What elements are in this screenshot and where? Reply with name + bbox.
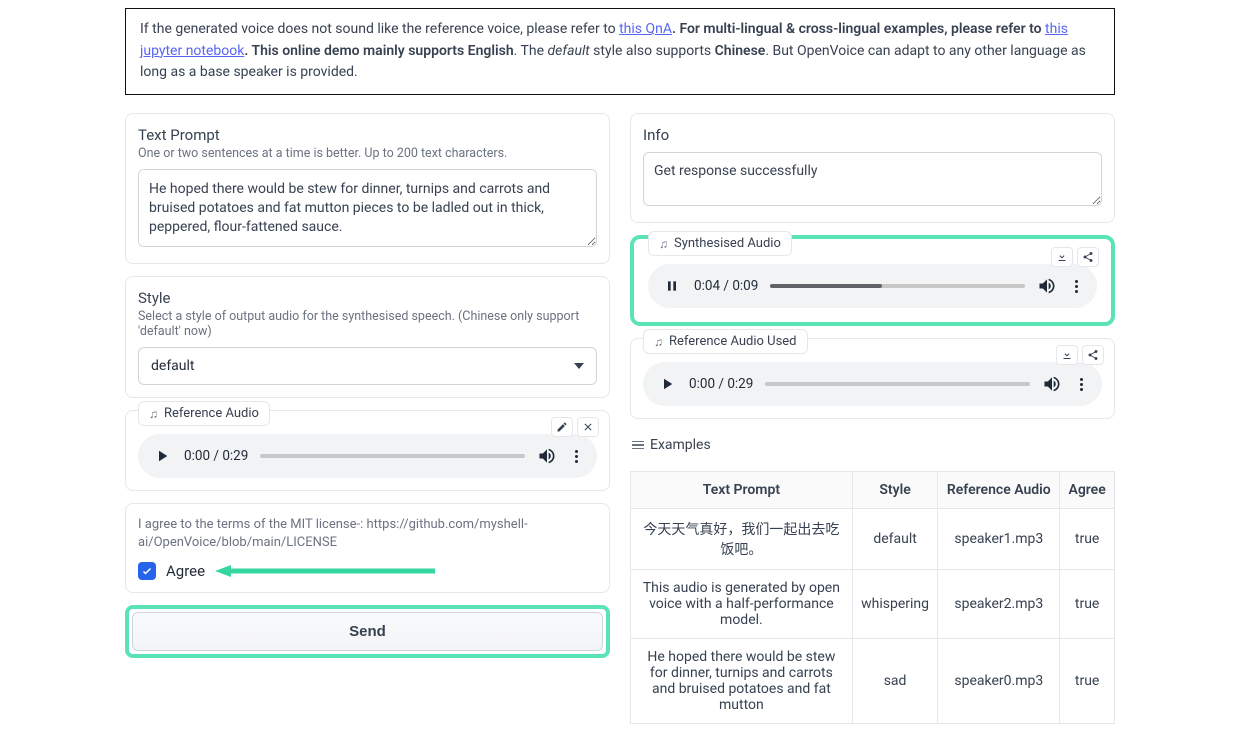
reference-track[interactable] [260, 454, 525, 458]
text-prompt-help: One or two sentences at a time is better… [138, 146, 597, 161]
table-row[interactable]: 今天天气真好，我们一起出去吃饭吧。 default speaker1.mp3 t… [631, 509, 1115, 570]
play-icon[interactable] [657, 374, 677, 394]
more-icon[interactable] [569, 450, 583, 463]
close-icon[interactable] [577, 417, 599, 437]
text-prompt-panel: Text Prompt One or two sentences at a ti… [125, 113, 610, 264]
volume-icon[interactable] [1042, 374, 1062, 394]
synth-audio-panel: ♫ Synthesised Audio 0:04 / 0:09 [636, 241, 1109, 320]
style-title: Style [138, 289, 597, 307]
info-output[interactable] [643, 152, 1102, 206]
col-style: Style [852, 472, 938, 509]
agree-checkbox[interactable] [138, 562, 156, 580]
music-icon: ♫ [149, 407, 158, 421]
agree-help: I agree to the terms of the MIT license-… [138, 516, 597, 552]
examples-header[interactable]: Examples [630, 431, 1115, 459]
qna-link[interactable]: this QnA [619, 21, 672, 37]
examples-table: Text Prompt Style Reference Audio Agree … [630, 471, 1115, 724]
play-icon[interactable] [152, 446, 172, 466]
arrow-icon [215, 563, 435, 579]
style-help: Select a style of output audio for the s… [138, 309, 597, 339]
text-prompt-input[interactable] [138, 169, 597, 247]
music-icon: ♫ [659, 237, 668, 251]
music-icon: ♫ [654, 335, 663, 349]
table-row[interactable]: He hoped there would be stew for dinner,… [631, 639, 1115, 724]
synth-highlight: ♫ Synthesised Audio 0:04 / 0:09 [630, 235, 1115, 326]
download-icon[interactable] [1056, 345, 1078, 365]
more-icon[interactable] [1074, 378, 1088, 391]
notice-box: If the generated voice does not sound li… [125, 8, 1115, 95]
agree-panel: I agree to the terms of the MIT license-… [125, 503, 610, 593]
reference-audio-player[interactable]: 0:00 / 0:29 [138, 434, 597, 478]
reference-audio-panel: ♫ Reference Audio 0:00 / 0:29 [125, 410, 610, 491]
list-icon [632, 439, 644, 452]
synth-time: 0:04 / 0:09 [694, 278, 758, 294]
edit-icon[interactable] [551, 417, 573, 437]
col-agree: Agree [1060, 472, 1115, 509]
used-track[interactable] [765, 382, 1030, 386]
info-title: Info [643, 126, 1102, 144]
share-icon[interactable] [1082, 345, 1104, 365]
share-icon[interactable] [1077, 247, 1099, 267]
info-panel: Info [630, 113, 1115, 223]
text-prompt-title: Text Prompt [138, 126, 597, 144]
used-audio-panel: ♫ Reference Audio Used 0:00 / 0:29 [630, 338, 1115, 419]
pause-icon[interactable] [662, 276, 682, 296]
send-button[interactable]: Send [132, 612, 603, 651]
used-audio-label: ♫ Reference Audio Used [643, 329, 808, 354]
reference-time: 0:00 / 0:29 [184, 448, 248, 464]
volume-icon[interactable] [1037, 276, 1057, 296]
volume-icon[interactable] [537, 446, 557, 466]
style-value: default [151, 358, 195, 374]
used-audio-player[interactable]: 0:00 / 0:29 [643, 362, 1102, 406]
style-panel: Style Select a style of output audio for… [125, 276, 610, 398]
chevron-down-icon [574, 363, 584, 369]
col-ref-audio: Reference Audio [938, 472, 1060, 509]
synth-audio-label: ♫ Synthesised Audio [648, 231, 792, 256]
style-select[interactable]: default [138, 347, 597, 385]
send-highlight: Send [125, 605, 610, 658]
synth-track[interactable] [770, 284, 1025, 288]
synth-audio-player[interactable]: 0:04 / 0:09 [648, 264, 1097, 308]
more-icon[interactable] [1069, 280, 1083, 293]
agree-label: Agree [166, 562, 205, 580]
table-row[interactable]: This audio is generated by open voice wi… [631, 570, 1115, 639]
reference-audio-label: ♫ Reference Audio [138, 401, 270, 426]
download-icon[interactable] [1051, 247, 1073, 267]
col-text-prompt: Text Prompt [631, 472, 853, 509]
used-time: 0:00 / 0:29 [689, 376, 753, 392]
